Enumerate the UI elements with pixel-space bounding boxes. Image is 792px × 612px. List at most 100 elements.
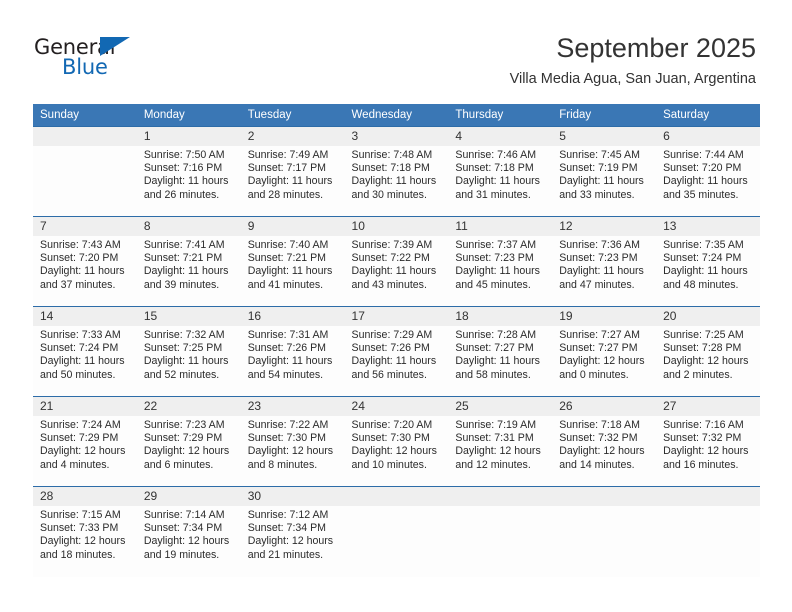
- sunset-text: Sunset: 7:24 PM: [663, 252, 742, 265]
- sunset-text: Sunset: 7:16 PM: [143, 162, 223, 175]
- day-details: Sunrise: 7:18 AM Sunset: 7:32 PM Daylight:…: [552, 416, 656, 472]
- sunrise-text: Sunrise: 7:40 AM: [247, 239, 329, 251]
- calendar-day-cell[interactable]: 20 Sunrise: 7:25 AM Sunset: 7:28 PM Dayligh…: [656, 306, 760, 397]
- daylight-text: Daylight: 11 hours: [143, 265, 229, 278]
- calendar-day-cell[interactable]: 8 Sunrise: 7:41 AM Sunset: 7:21 PM Daylight…: [136, 216, 241, 307]
- day-details: Sunrise: 7:29 AM Sunset: 7:26 PM Daylight:…: [345, 326, 449, 382]
- calendar-day-cell[interactable]: 2 Sunrise: 7:49 AM Sunset: 7:17 PM Daylight…: [240, 126, 345, 217]
- daylight-text: and 58 minutes.: [455, 368, 531, 381]
- sunset-text: Sunset: 7:33 PM: [40, 522, 119, 535]
- sunset-text: Sunset: 7:28 PM: [663, 342, 742, 355]
- calendar-day-cell[interactable]: 28 Sunrise: 7:15 AM Sunset: 7:33 PM Dayligh…: [33, 486, 137, 577]
- calendar-day-cell[interactable]: 16 Sunrise: 7:31 AM Sunset: 7:26 PM Dayligh…: [240, 306, 345, 397]
- calendar-day-cell[interactable]: 17 Sunrise: 7:29 AM Sunset: 7:26 PM Dayligh…: [344, 306, 449, 397]
- sunrise-text: Sunrise: 7:23 AM: [143, 419, 225, 431]
- day-number: 19: [552, 307, 657, 326]
- day-number: [656, 487, 760, 506]
- daylight-text: and 19 minutes.: [143, 548, 220, 561]
- daylight-text: Daylight: 11 hours: [351, 355, 437, 368]
- general-blue-logo: General Blue: [34, 36, 144, 82]
- day-details: Sunrise: 7:50 AM Sunset: 7:16 PM Daylight:…: [137, 146, 241, 202]
- calendar-day-cell[interactable]: 11 Sunrise: 7:37 AM Sunset: 7:23 PM Dayligh…: [448, 216, 553, 307]
- day-details: Sunrise: 7:35 AM Sunset: 7:24 PM Daylight:…: [656, 236, 760, 292]
- sunset-text: Sunset: 7:34 PM: [143, 522, 223, 535]
- day-number: 25: [448, 397, 553, 416]
- calendar-day-cell[interactable]: 25 Sunrise: 7:19 AM Sunset: 7:31 PM Dayligh…: [448, 396, 553, 487]
- daylight-text: Daylight: 12 hours: [663, 355, 749, 368]
- daylight-text: Daylight: 11 hours: [247, 355, 333, 368]
- daylight-text: Daylight: 11 hours: [559, 175, 644, 188]
- sunrise-text: Sunrise: 7:48 AM: [351, 149, 433, 161]
- calendar-day-cell[interactable]: 26 Sunrise: 7:18 AM Sunset: 7:32 PM Dayligh…: [552, 396, 657, 487]
- calendar-day-cell-empty: [656, 486, 760, 577]
- day-number: [33, 127, 137, 146]
- calendar-day-cell[interactable]: 10 Sunrise: 7:39 AM Sunset: 7:22 PM Dayligh…: [344, 216, 449, 307]
- day-number: 18: [448, 307, 553, 326]
- calendar-day-cell[interactable]: 27 Sunrise: 7:16 AM Sunset: 7:32 PM Dayligh…: [656, 396, 760, 487]
- sunrise-text: Sunrise: 7:29 AM: [351, 329, 433, 341]
- day-details: Sunrise: 7:14 AM Sunset: 7:34 PM Daylight:…: [137, 506, 241, 562]
- daylight-text: Daylight: 11 hours: [143, 175, 229, 188]
- sunrise-text: Sunrise: 7:16 AM: [663, 419, 744, 431]
- calendar-day-cell[interactable]: 3 Sunrise: 7:48 AM Sunset: 7:18 PM Daylight…: [344, 126, 449, 217]
- daylight-text: and 48 minutes.: [663, 278, 739, 291]
- sunrise-text: Sunrise: 7:35 AM: [663, 239, 744, 251]
- calendar-day-cell[interactable]: 9 Sunrise: 7:40 AM Sunset: 7:21 PM Daylight…: [240, 216, 345, 307]
- day-number: 24: [344, 397, 449, 416]
- daylight-text: and 41 minutes.: [247, 278, 324, 291]
- day-number: 12: [552, 217, 657, 236]
- sunrise-text: Sunrise: 7:28 AM: [455, 329, 537, 341]
- calendar-day-cell[interactable]: 7 Sunrise: 7:43 AM Sunset: 7:20 PM Daylight…: [33, 216, 137, 307]
- calendar-day-cell[interactable]: 18 Sunrise: 7:28 AM Sunset: 7:27 PM Dayligh…: [448, 306, 553, 397]
- calendar-day-cell[interactable]: 22 Sunrise: 7:23 AM Sunset: 7:29 PM Dayligh…: [136, 396, 241, 487]
- calendar-day-cell[interactable]: 5 Sunrise: 7:45 AM Sunset: 7:19 PM Daylight…: [552, 126, 657, 217]
- calendar-day-cell[interactable]: 4 Sunrise: 7:46 AM Sunset: 7:18 PM Daylight…: [448, 126, 553, 217]
- day-number: 11: [448, 217, 553, 236]
- daylight-text: and 8 minutes.: [247, 458, 318, 471]
- day-number: 27: [656, 397, 760, 416]
- calendar-day-cell[interactable]: 21 Sunrise: 7:24 AM Sunset: 7:29 PM Dayligh…: [33, 396, 137, 487]
- daylight-text: and 28 minutes.: [247, 188, 324, 201]
- day-number: 10: [344, 217, 449, 236]
- sunrise-text: Sunrise: 7:22 AM: [247, 419, 329, 431]
- day-details: Sunrise: 7:15 AM Sunset: 7:33 PM Daylight:…: [33, 506, 137, 562]
- daylight-text: Daylight: 11 hours: [143, 355, 229, 368]
- daylight-text: Daylight: 12 hours: [143, 445, 230, 458]
- day-number: 30: [240, 487, 345, 506]
- daylight-text: and 39 minutes.: [143, 278, 220, 291]
- day-number: [344, 487, 449, 506]
- calendar-day-cell[interactable]: 13 Sunrise: 7:35 AM Sunset: 7:24 PM Dayligh…: [656, 216, 760, 307]
- calendar-day-cell[interactable]: 12 Sunrise: 7:36 AM Sunset: 7:23 PM Dayligh…: [552, 216, 657, 307]
- day-number: 14: [33, 307, 137, 326]
- day-number: 29: [136, 487, 241, 506]
- sunset-text: Sunset: 7:22 PM: [351, 252, 430, 265]
- calendar-day-cell[interactable]: 19 Sunrise: 7:27 AM Sunset: 7:27 PM Dayligh…: [552, 306, 657, 397]
- calendar-day-cell[interactable]: 6 Sunrise: 7:44 AM Sunset: 7:20 PM Daylight…: [656, 126, 760, 217]
- sunrise-text: Sunrise: 7:50 AM: [143, 149, 225, 161]
- day-number: 28: [33, 487, 137, 506]
- daylight-text: Daylight: 11 hours: [559, 265, 644, 278]
- daylight-text: Daylight: 11 hours: [663, 265, 748, 278]
- daylight-text: and 35 minutes.: [663, 188, 739, 201]
- daylight-text: Daylight: 12 hours: [40, 535, 126, 548]
- calendar-day-cell[interactable]: 24 Sunrise: 7:20 AM Sunset: 7:30 PM Dayligh…: [344, 396, 449, 487]
- calendar-day-cell[interactable]: 30 Sunrise: 7:12 AM Sunset: 7:34 PM Dayligh…: [240, 486, 345, 577]
- day-details: Sunrise: 7:36 AM Sunset: 7:23 PM Daylight:…: [552, 236, 656, 292]
- calendar-header-row: Sunday Monday Tuesday Wednesday Thursday Frid…: [33, 104, 760, 127]
- day-details: Sunrise: 7:32 AM Sunset: 7:25 PM Daylight:…: [137, 326, 241, 382]
- page-subtitle: Villa Media Agua, San Juan, Argentina: [509, 71, 756, 87]
- calendar-day-cell[interactable]: 23 Sunrise: 7:22 AM Sunset: 7:30 PM Dayligh…: [240, 396, 345, 487]
- calendar-day-cell[interactable]: 14 Sunrise: 7:33 AM Sunset: 7:24 PM Dayligh…: [33, 306, 137, 397]
- daylight-text: Daylight: 11 hours: [247, 265, 333, 278]
- calendar-day-cell[interactable]: 15 Sunrise: 7:32 AM Sunset: 7:25 PM Dayligh…: [136, 306, 241, 397]
- daylight-text: and 26 minutes.: [143, 188, 220, 201]
- calendar-day-cell[interactable]: 29 Sunrise: 7:14 AM Sunset: 7:34 PM Dayligh…: [136, 486, 241, 577]
- day-details: Sunrise: 7:43 AM Sunset: 7:20 PM Daylight:…: [33, 236, 137, 292]
- day-details: Sunrise: 7:41 AM Sunset: 7:21 PM Daylight:…: [137, 236, 241, 292]
- day-number: 15: [136, 307, 241, 326]
- weekday-header-monday: Monday: [136, 104, 241, 127]
- sunrise-text: Sunrise: 7:44 AM: [663, 149, 744, 161]
- calendar-day-cell[interactable]: 1 Sunrise: 7:50 AM Sunset: 7:16 PM Daylight…: [136, 126, 241, 217]
- sunset-text: Sunset: 7:21 PM: [247, 252, 327, 265]
- day-details: Sunrise: 7:16 AM Sunset: 7:32 PM Daylight:…: [656, 416, 760, 472]
